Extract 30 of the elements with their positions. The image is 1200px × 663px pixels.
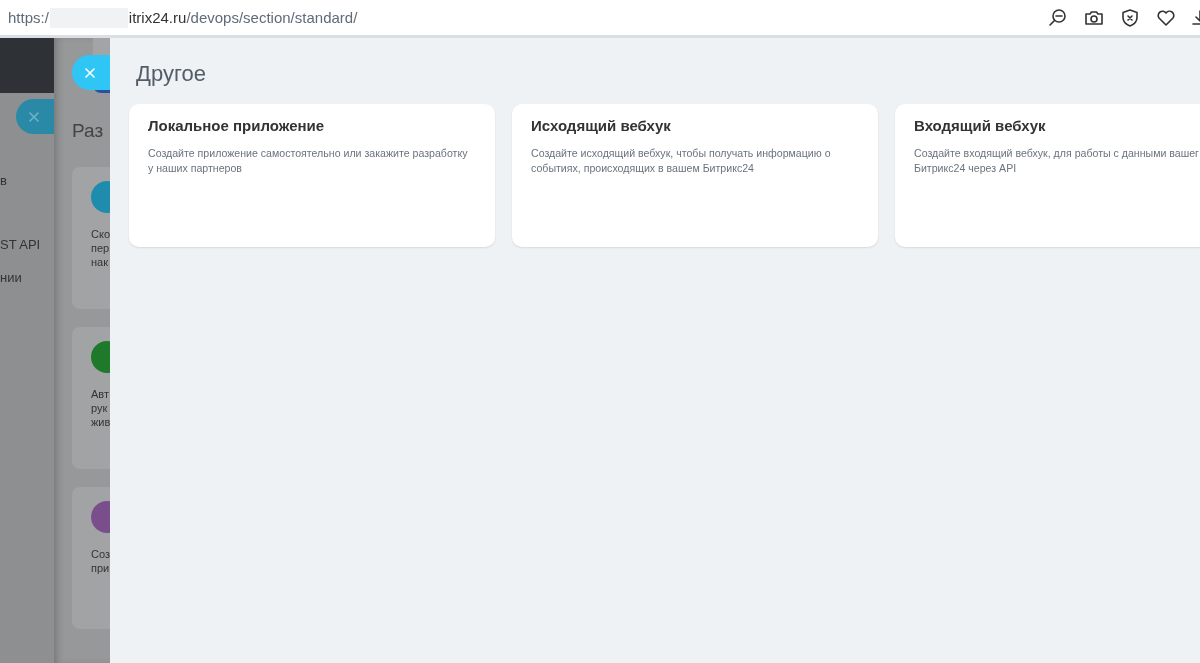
menu-item[interactable]: ST API xyxy=(0,237,41,253)
app-card[interactable]: Авт рук жив xyxy=(72,327,110,469)
card-description: Ско пер нак xyxy=(91,227,110,269)
card-title: Локальное приложение xyxy=(148,118,325,134)
card-description: Авт рук жив xyxy=(91,387,110,429)
card-description: Соз при xyxy=(91,547,110,575)
header-bar xyxy=(0,38,54,93)
menu-item[interactable]: в xyxy=(0,173,7,189)
app-card[interactable]: Исходящий вебхук Создайте исходящий вебхук, чтобы получать информацию о событиях, происходящих в вашем Битрикс24 xyxy=(512,104,878,247)
close-icon xyxy=(84,66,96,79)
url-path: /devops/section/standard/ xyxy=(186,9,358,26)
url-host: itrix24.ru xyxy=(128,9,187,26)
zoom-out-icon[interactable] xyxy=(1048,7,1068,28)
page-title: Другое xyxy=(136,60,207,88)
app-card[interactable]: Ско пер нак xyxy=(72,167,110,309)
card-description: Создайте приложение самостоятельно или закажите разработку у наших партнеров xyxy=(148,146,468,176)
card-title: Входящий вебхук xyxy=(914,118,1046,134)
card-title: Исходящий вебхук xyxy=(531,118,671,134)
shield-icon[interactable] xyxy=(1120,7,1140,28)
card-description: Создайте входящий вебхук, для работы с данными вашег Битрикс24 через API xyxy=(914,146,1199,176)
menu-item[interactable]: нии xyxy=(0,270,22,286)
heart-icon[interactable] xyxy=(1156,7,1176,28)
card-description: Создайте исходящий вебхук, чтобы получать информацию о событиях, происходящих в вашем Битрикс24 xyxy=(531,146,831,176)
close-icon xyxy=(28,110,40,123)
url-scheme: https:/ xyxy=(8,9,49,26)
app-card[interactable]: Соз при xyxy=(72,487,110,629)
download-icon[interactable] xyxy=(1192,7,1200,28)
app-card[interactable]: Локальное приложение Создайте приложение самостоятельно или закажите разработку у наших партнеров xyxy=(129,104,495,247)
app-card[interactable]: Входящий вебхук Создайте входящий вебхук, для работы с данными вашег Битрикс24 через API xyxy=(895,104,1200,247)
section-heading: Раз xyxy=(72,120,104,142)
